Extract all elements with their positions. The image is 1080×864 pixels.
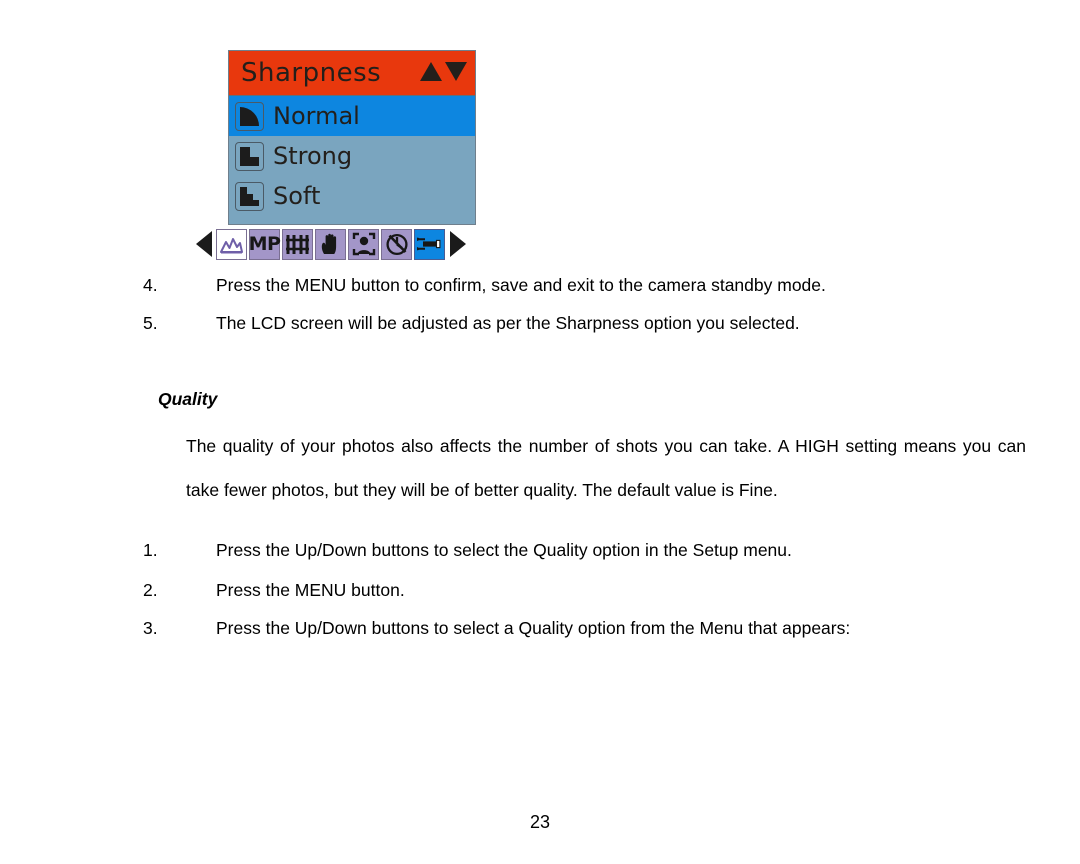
sharpness-soft-icon bbox=[235, 181, 264, 211]
face-detection-icon[interactable] bbox=[348, 228, 379, 260]
step-number: 3. bbox=[143, 618, 158, 638]
triangle-up-icon[interactable] bbox=[420, 62, 442, 81]
page-number: 23 bbox=[529, 812, 551, 832]
step-text: Press the MENU button. bbox=[216, 580, 405, 600]
lcd-menu-option-label: Strong bbox=[273, 142, 353, 170]
step-number: 4. bbox=[143, 275, 158, 295]
step-text: The LCD screen will be adjusted as per t… bbox=[216, 313, 800, 333]
megapixel-label: MP bbox=[248, 232, 281, 255]
step-number: 1. bbox=[143, 540, 158, 560]
arrow-left-icon[interactable] bbox=[196, 231, 212, 257]
lcd-menu-option-soft[interactable]: Soft bbox=[229, 176, 475, 216]
lcd-mode-strip: MP bbox=[196, 226, 506, 262]
camera-lcd-menu-figure: Sharpness Normal Strong Soft MP bbox=[196, 50, 506, 264]
lcd-menu-header: Sharpness bbox=[229, 51, 475, 96]
section-heading: Quality bbox=[158, 389, 218, 409]
sharpness-strong-icon bbox=[235, 141, 264, 171]
sharpness-bars-icon[interactable] bbox=[282, 228, 313, 260]
lcd-menu-option-label: Normal bbox=[273, 102, 360, 130]
self-timer-off-icon[interactable] bbox=[381, 228, 412, 260]
step-text: Press the MENU button to confirm, save a… bbox=[216, 275, 826, 295]
step-number: 2. bbox=[143, 580, 158, 600]
lcd-menu-panel: Sharpness Normal Strong Soft bbox=[228, 50, 476, 225]
arrow-right-icon[interactable] bbox=[450, 231, 466, 257]
lcd-menu-option-strong[interactable]: Strong bbox=[229, 136, 475, 176]
step-text: Press the Up/Down buttons to select a Qu… bbox=[216, 618, 851, 638]
sharpness-normal-icon bbox=[235, 101, 264, 131]
hand-stabilizer-icon[interactable] bbox=[315, 228, 346, 260]
step-text: Press the Up/Down buttons to select the … bbox=[216, 540, 792, 560]
lcd-mode-strip-items: MP bbox=[216, 228, 445, 260]
lcd-menu-option-normal[interactable]: Normal bbox=[229, 96, 475, 136]
section-paragraph: The quality of your photos also affects … bbox=[186, 436, 1026, 500]
lcd-menu-option-list: Normal Strong Soft bbox=[229, 96, 475, 216]
lcd-menu-title: Sharpness bbox=[241, 58, 382, 88]
lcd-menu-option-label: Soft bbox=[273, 182, 321, 210]
lcd-menu-header-arrows bbox=[420, 62, 467, 81]
wrench-setup-icon[interactable] bbox=[414, 228, 445, 260]
scene-mountain-icon[interactable] bbox=[216, 228, 247, 260]
step-number: 5. bbox=[143, 313, 158, 333]
megapixel-icon[interactable]: MP bbox=[248, 228, 281, 260]
triangle-down-icon[interactable] bbox=[445, 62, 467, 81]
